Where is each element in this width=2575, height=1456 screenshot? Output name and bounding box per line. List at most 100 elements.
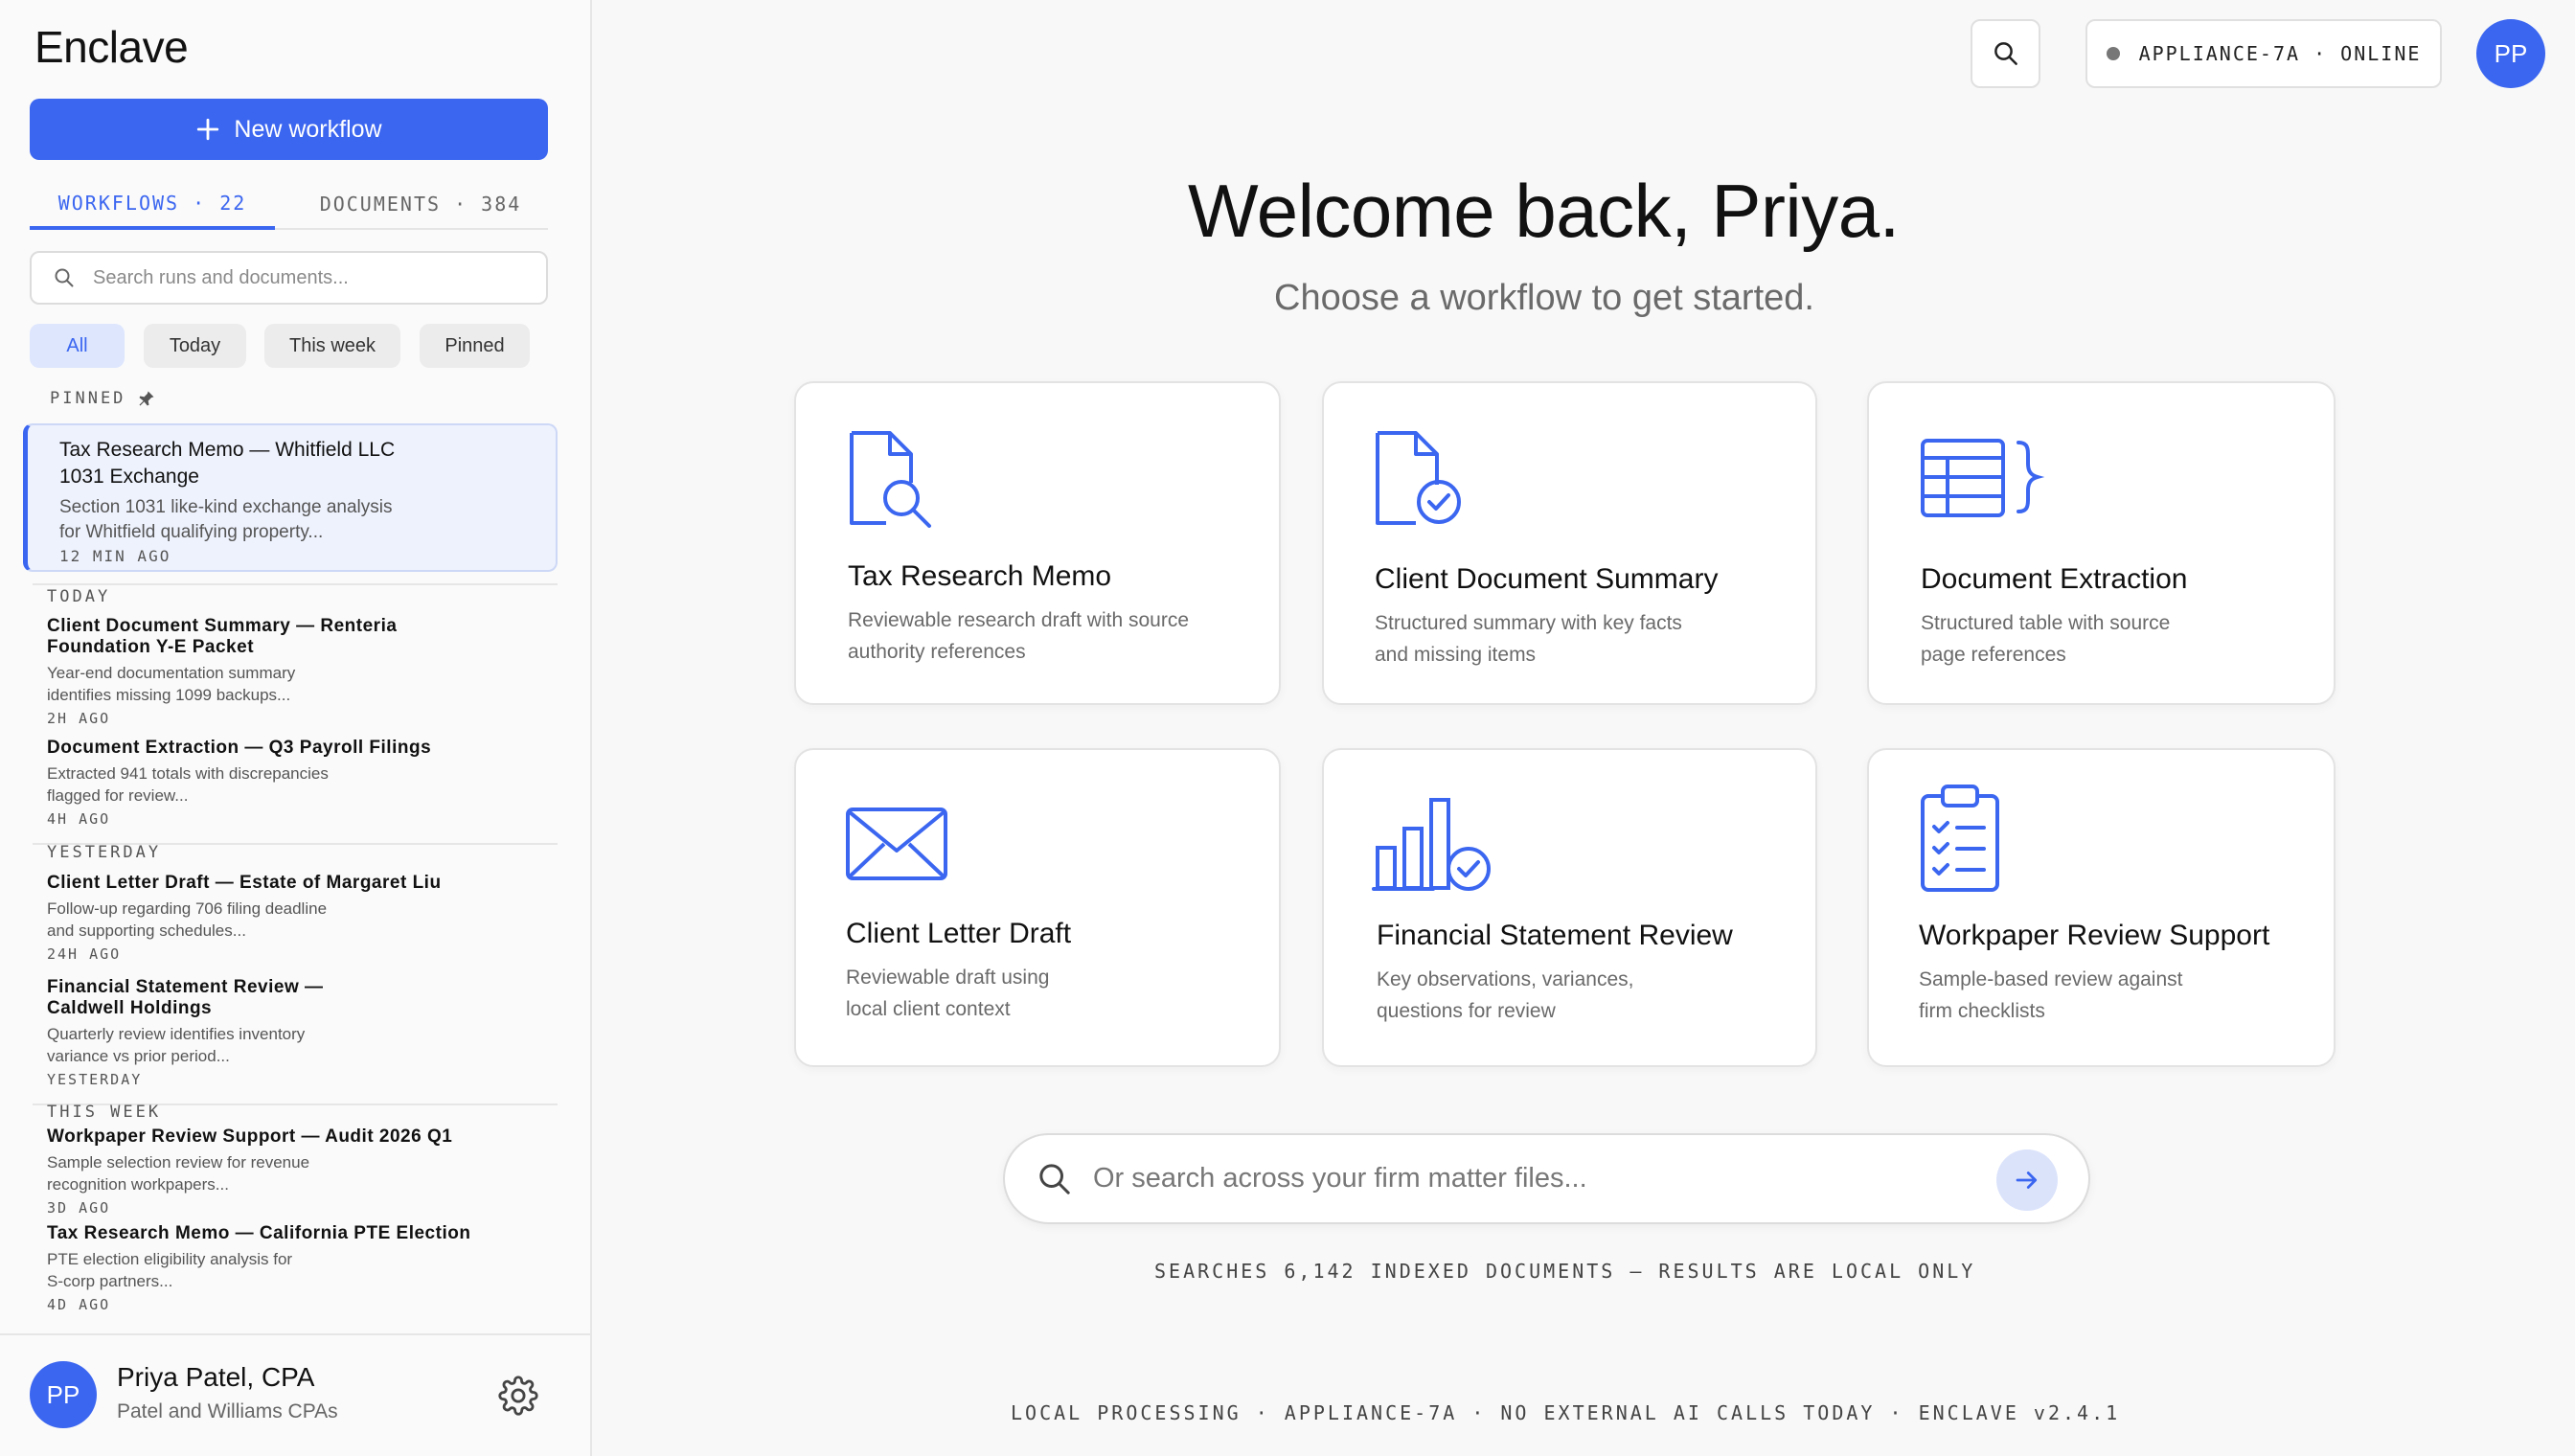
page-title: Welcome back, Priya.: [1188, 169, 1900, 253]
workflow-card-client-document-summary[interactable]: Client Document Summary Structured summa…: [1322, 381, 1817, 705]
workflow-card-financial-statement-review[interactable]: Financial Statement Review Key observati…: [1322, 748, 1817, 1067]
list-item[interactable]: Workpaper Review Support — Audit 2026 Q1…: [47, 1126, 555, 1217]
document-check-icon: [1376, 431, 1461, 525]
plus-icon: [197, 118, 219, 141]
run-desc-line: Section 1031 like-kind exchange analysis: [59, 497, 393, 517]
section-pinned-label: PINNED: [50, 389, 126, 408]
clipboard-checklist-icon: [1921, 785, 1999, 892]
appliance-status-label: APPLIANCE-7A · ONLINE: [2138, 42, 2422, 65]
card-title: Document Extraction: [1921, 563, 2188, 595]
run-title-cont: 1031 Exchange: [59, 466, 199, 488]
run-desc: Follow-up regarding 706 filing deadline a…: [47, 898, 555, 942]
card-desc-line: Structured summary with key facts: [1375, 612, 1682, 634]
workflow-card-document-extraction[interactable]: Document Extraction Structured table wit…: [1867, 381, 2336, 705]
list-item[interactable]: Financial Statement Review — Caldwell Hol…: [47, 977, 555, 1088]
run-desc-line: Follow-up regarding 706 filing deadline: [47, 899, 328, 918]
search-scope-note: SEARCHES 6,142 INDEXED DOCUMENTS — RESUL…: [1154, 1260, 1976, 1283]
run-desc: Extracted 941 totals with discrepancies f…: [47, 762, 555, 807]
card-desc-line: Key observations, variances,: [1377, 968, 1634, 990]
card-desc-line: Reviewable research draft with source: [848, 609, 1189, 631]
run-desc: Year-end documentation summary identifies…: [47, 662, 555, 706]
card-desc: Structured table with source page referen…: [1921, 607, 2170, 671]
run-title: Document Extraction — Q3 Payroll Filings: [47, 738, 432, 758]
card-desc-line: Structured table with source: [1921, 612, 2171, 634]
filter-all[interactable]: All: [30, 324, 125, 368]
sidebar-search[interactable]: [30, 251, 548, 305]
run-desc: Section 1031 like-kind exchange analysis…: [59, 495, 556, 545]
card-desc: Reviewable draft using local client conte…: [846, 962, 1049, 1025]
sidebar-tabs: WORKFLOWS · 22 DOCUMENTS · 384: [30, 180, 548, 230]
card-desc-line: Reviewable draft using: [846, 967, 1050, 989]
global-search-button[interactable]: [1971, 19, 2040, 88]
card-desc: Structured summary with key facts and mis…: [1375, 607, 1682, 671]
profile-org: Patel and Williams CPAs: [117, 1400, 338, 1422]
card-desc-line: authority references: [848, 641, 1026, 663]
run-time: 3D AGO: [47, 1199, 111, 1217]
profile-name: Priya Patel, CPA: [117, 1362, 315, 1392]
card-title: Tax Research Memo: [848, 560, 1112, 592]
run-title-line: Client Document Summary — Renteria: [47, 616, 398, 636]
pinned-run-card[interactable]: Tax Research Memo — Whitfield LLC 1031 E…: [23, 423, 558, 572]
workflow-card-client-letter-draft[interactable]: Client Letter Draft Reviewable draft usi…: [794, 748, 1281, 1067]
user-avatar-button[interactable]: PP: [2476, 19, 2545, 88]
section-yesterday: YESTERDAY: [47, 843, 162, 862]
section-pinned: PINNED: [50, 389, 156, 408]
run-title: Workpaper Review Support — Audit 2026 Q1: [47, 1126, 453, 1147]
section-today: TODAY: [47, 587, 111, 606]
card-desc-line: questions for review: [1377, 1000, 1556, 1022]
run-desc: Quarterly review identifies inventory var…: [47, 1023, 555, 1067]
appliance-status[interactable]: APPLIANCE-7A · ONLINE: [2085, 19, 2442, 88]
avatar[interactable]: PP: [30, 1361, 97, 1428]
card-desc-line: local client context: [846, 998, 1011, 1020]
tab-workflows[interactable]: WORKFLOWS · 22: [30, 180, 275, 230]
run-desc-line: for Whitfield qualifying property...: [59, 522, 324, 542]
card-title: Financial Statement Review: [1377, 920, 1733, 951]
run-desc-line: Extracted 941 totals with discrepancies: [47, 764, 329, 783]
pin-icon: [139, 391, 154, 406]
list-item[interactable]: Document Extraction — Q3 Payroll Filings…: [47, 738, 555, 828]
sidebar-search-input[interactable]: [93, 266, 514, 289]
search-icon: [1994, 42, 2017, 65]
run-time: 12 MIN AGO: [59, 547, 171, 565]
card-desc-line: firm checklists: [1919, 1000, 2045, 1022]
run-desc-line: PTE election eligibility analysis for: [47, 1250, 293, 1268]
run-title-line: Financial Statement Review —: [47, 977, 324, 997]
search-icon: [55, 268, 74, 287]
run-title-line: Caldwell Holdings: [47, 998, 213, 1018]
matter-search-input[interactable]: [1093, 1163, 1955, 1194]
page-subtitle: Choose a workflow to get started.: [1274, 278, 1814, 318]
list-item[interactable]: Client Letter Draft — Estate of Margaret…: [47, 873, 555, 963]
list-item[interactable]: Tax Research Memo — California PTE Elect…: [47, 1223, 555, 1313]
run-title: Tax Research Memo — Whitfield LLC: [59, 439, 396, 461]
card-title: Client Letter Draft: [846, 918, 1072, 949]
card-desc: Key observations, variances, questions fo…: [1377, 964, 1633, 1027]
card-title: Client Document Summary: [1375, 563, 1719, 595]
filter-pinned[interactable]: Pinned: [420, 324, 530, 368]
gear-icon[interactable]: [498, 1376, 538, 1416]
run-title: Tax Research Memo — California PTE Elect…: [47, 1223, 471, 1243]
new-workflow-button[interactable]: New workflow: [30, 99, 548, 160]
run-desc-line: Year-end documentation summary: [47, 664, 296, 682]
card-desc-line: and missing items: [1375, 644, 1537, 666]
run-time: 4H AGO: [47, 810, 111, 828]
matter-search[interactable]: [1003, 1133, 2090, 1224]
filter-this-week[interactable]: This week: [264, 324, 400, 368]
run-time: YESTERDAY: [47, 1071, 143, 1088]
run-desc-line: S-corp partners...: [47, 1272, 173, 1290]
run-desc: PTE election eligibility analysis for S-c…: [47, 1248, 555, 1292]
table-extract-icon: [1921, 439, 2045, 517]
run-desc-line: identifies missing 1099 backups...: [47, 686, 291, 704]
status-dot-icon: [2106, 47, 2120, 60]
search-submit-button[interactable]: [1996, 1149, 2058, 1211]
workflow-card-tax-research-memo[interactable]: Tax Research Memo Reviewable research dr…: [794, 381, 1281, 705]
run-title: Client Letter Draft — Estate of Margaret…: [47, 873, 442, 893]
card-desc: Sample-based review against firm checklis…: [1919, 964, 2182, 1027]
section-this-week: THIS WEEK: [47, 1103, 162, 1122]
tab-documents[interactable]: DOCUMENTS · 384: [293, 180, 548, 228]
section-divider: [33, 583, 558, 585]
list-item[interactable]: Client Document Summary — Renteria Founda…: [47, 616, 555, 727]
filter-today[interactable]: Today: [144, 324, 246, 368]
search-icon: [1039, 1163, 1070, 1194]
run-desc: Sample selection review for revenue recog…: [47, 1151, 555, 1195]
workflow-card-workpaper-review-support[interactable]: Workpaper Review Support Sample-based re…: [1867, 748, 2336, 1067]
